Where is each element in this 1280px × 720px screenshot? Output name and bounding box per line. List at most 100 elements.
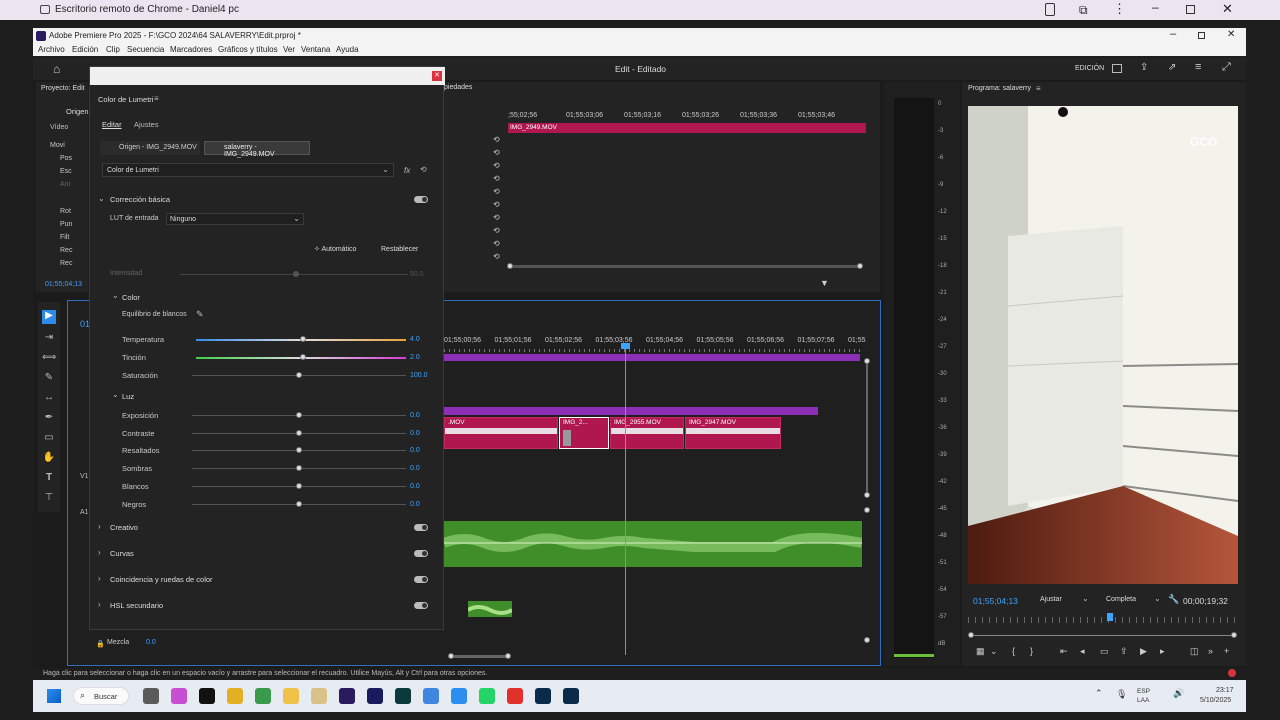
fit-icon[interactable]: ▭ bbox=[1100, 646, 1109, 657]
share-icon[interactable]: ⇗ bbox=[1168, 62, 1176, 73]
section-toggle[interactable] bbox=[414, 576, 428, 583]
properties-tab[interactable]: piedades bbox=[444, 84, 472, 91]
wrench-icon[interactable]: 🔧 bbox=[1168, 594, 1179, 605]
effect-select[interactable]: Color de Lumetri ⌄ bbox=[102, 163, 394, 177]
scroll-knob[interactable] bbox=[864, 507, 870, 513]
more-icon[interactable]: ⋮ bbox=[1113, 1, 1126, 17]
tab-edit[interactable]: Editar bbox=[102, 120, 122, 129]
color_rows-value[interactable]: 2.0 bbox=[410, 354, 420, 361]
sticky-icon[interactable] bbox=[255, 688, 271, 704]
photos-icon[interactable] bbox=[171, 688, 187, 704]
track-select-icon[interactable]: ⇥ bbox=[42, 332, 56, 346]
selection-tool-icon[interactable]: ▶ bbox=[42, 310, 56, 324]
undo-icon[interactable]: ⟲ bbox=[493, 226, 500, 235]
workspace-label[interactable]: EDICIÓN bbox=[1075, 65, 1104, 72]
project-item[interactable]: Rec bbox=[60, 247, 72, 254]
prev-frame-icon[interactable]: ◂ bbox=[1080, 646, 1085, 657]
program-label[interactable]: Programa: salaverry bbox=[968, 85, 1031, 92]
target-chip[interactable]: salaverry - IMG_2949.MOV bbox=[204, 141, 310, 158]
eyedropper-icon[interactable]: ✎ bbox=[196, 309, 204, 320]
playhead-handle[interactable] bbox=[621, 343, 630, 349]
menu-edicion[interactable]: Edición bbox=[72, 45, 98, 54]
section-toggle[interactable] bbox=[414, 524, 428, 531]
light_rows-knob[interactable] bbox=[296, 447, 302, 454]
extension-icon[interactable]: ⧉ bbox=[1079, 3, 1088, 18]
chevron-down-icon[interactable]: ⌄ bbox=[112, 291, 119, 300]
chevron-right-icon[interactable]: › bbox=[98, 522, 101, 531]
timeline-clip[interactable]: IMG_2955.MOV bbox=[610, 417, 684, 449]
intensity-value[interactable]: 50.0 bbox=[410, 271, 424, 278]
section-header[interactable]: Creativo bbox=[110, 523, 138, 532]
audition-icon[interactable] bbox=[395, 688, 411, 704]
filter-icon[interactable]: ▼ bbox=[820, 278, 829, 288]
light_rows-knob[interactable] bbox=[296, 465, 302, 472]
clipboard-icon[interactable] bbox=[1045, 3, 1055, 16]
undo-icon[interactable]: ⟲ bbox=[493, 252, 500, 261]
source-clip[interactable]: IMG_2949.MOV bbox=[508, 123, 866, 133]
undo-icon[interactable]: ⟲ bbox=[493, 148, 500, 157]
lut-select[interactable]: Ninguno ⌄ bbox=[166, 213, 304, 225]
light_rows-value[interactable]: 0.0 bbox=[410, 447, 420, 454]
play-icon[interactable]: ▶ bbox=[1140, 646, 1147, 657]
clock-time[interactable]: 23:17 bbox=[1216, 687, 1234, 694]
color_rows-value[interactable]: 100.0 bbox=[410, 372, 428, 379]
menu-ayuda[interactable]: Ayuda bbox=[336, 45, 359, 54]
ripple-edit-icon[interactable]: ⟺ bbox=[42, 352, 56, 366]
light_rows-knob[interactable] bbox=[296, 500, 302, 507]
reset-icon[interactable]: ⟲ bbox=[420, 165, 427, 174]
folder-icon[interactable] bbox=[283, 688, 299, 704]
undo-icon[interactable]: ⟲ bbox=[493, 187, 500, 196]
light_rows-knob[interactable] bbox=[296, 429, 302, 436]
close-icon[interactable]: ✕ bbox=[432, 71, 442, 81]
after-effects-icon[interactable] bbox=[367, 688, 383, 704]
section-toggle[interactable] bbox=[414, 550, 428, 557]
color-section-header[interactable]: Color bbox=[122, 293, 140, 302]
project-item[interactable]: Filt bbox=[60, 234, 69, 241]
timeline-clip[interactable]: .MOV bbox=[444, 417, 558, 449]
color_rows-knob[interactable] bbox=[300, 336, 307, 342]
project-item[interactable]: Rec bbox=[60, 260, 72, 267]
minimize-icon[interactable]: – bbox=[1170, 28, 1176, 40]
light_rows-knob[interactable] bbox=[296, 412, 302, 418]
windows-start-icon[interactable] bbox=[47, 689, 61, 703]
section-header[interactable]: HSL secundario bbox=[110, 601, 163, 610]
lift-icon[interactable]: ⇪ bbox=[1120, 646, 1128, 657]
mic-icon[interactable]: 🎙 bbox=[1116, 689, 1127, 700]
light_rows-value[interactable]: 0.0 bbox=[410, 465, 420, 472]
panel-icon[interactable] bbox=[1112, 64, 1122, 73]
alert-icon[interactable] bbox=[1228, 669, 1236, 677]
program-scrollbar[interactable] bbox=[971, 635, 1235, 636]
close-icon[interactable]: ✕ bbox=[1227, 29, 1235, 40]
undo-icon[interactable]: ⟲ bbox=[493, 213, 500, 222]
undo-icon[interactable]: ⟲ bbox=[493, 200, 500, 209]
menu-clip[interactable]: Clip bbox=[106, 45, 120, 54]
scroll-knob[interactable] bbox=[864, 358, 870, 364]
color_rows-value[interactable]: 4.0 bbox=[410, 336, 420, 343]
next-frame-icon[interactable]: ▸ bbox=[1160, 646, 1165, 657]
lang-2[interactable]: LAA bbox=[1137, 697, 1149, 704]
file-explorer-icon[interactable] bbox=[143, 688, 159, 704]
type-icon[interactable]: T bbox=[42, 472, 56, 486]
expand-icon[interactable]: ⤢ bbox=[1222, 61, 1231, 74]
export-frame-icon[interactable]: ◫ bbox=[1190, 646, 1199, 657]
tiktok-icon[interactable] bbox=[199, 688, 215, 704]
app-icon[interactable] bbox=[311, 688, 327, 704]
restore-icon[interactable] bbox=[1198, 32, 1205, 39]
basic-toggle[interactable] bbox=[414, 196, 428, 203]
add-icon[interactable]: + bbox=[1224, 646, 1229, 656]
audio-waveform[interactable] bbox=[444, 521, 862, 567]
scroll-handle-right[interactable] bbox=[857, 263, 863, 269]
scroll-knob[interactable] bbox=[1231, 632, 1237, 638]
menu-graficos[interactable]: Gráficos y títulos bbox=[218, 45, 278, 54]
reset-button[interactable]: Restablecer bbox=[381, 246, 418, 253]
undo-icon[interactable]: ⟲ bbox=[493, 174, 500, 183]
more-icon[interactable]: » bbox=[1208, 646, 1213, 656]
program-ruler[interactable] bbox=[968, 617, 1238, 623]
project-item[interactable]: Ani bbox=[60, 181, 70, 188]
basic-correction-header[interactable]: Corrección básica bbox=[110, 195, 170, 204]
fit-select[interactable]: Ajustar ⌄ bbox=[1038, 594, 1094, 606]
section-header[interactable]: Curvas bbox=[110, 549, 134, 558]
tab-settings[interactable]: Ajustes bbox=[134, 120, 159, 129]
scroll-knob[interactable] bbox=[448, 653, 454, 659]
photoshop-icon[interactable] bbox=[563, 688, 579, 704]
